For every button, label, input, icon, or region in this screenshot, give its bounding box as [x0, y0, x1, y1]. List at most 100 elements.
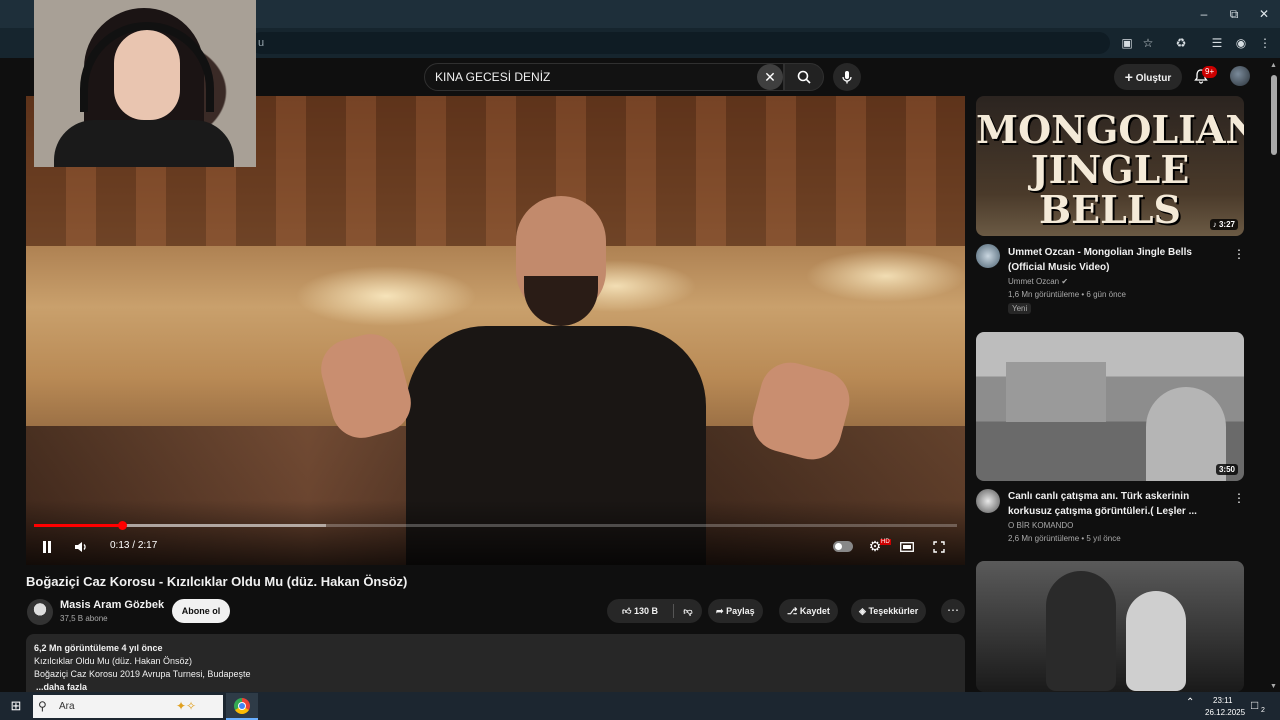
channel-name[interactable]: Masis Aram Gözbek	[60, 599, 164, 611]
scroll-down-icon[interactable]: ▼	[1270, 683, 1277, 690]
bookmark-icon: ⎇	[787, 606, 798, 616]
search-query: KINA GECESİ DENİZ	[435, 70, 551, 84]
time-separator: /	[132, 540, 136, 551]
like-button[interactable]: 👍︎ 130 B	[607, 599, 673, 623]
plus-icon: +	[1124, 69, 1133, 85]
channel-label: Ummet Ozcan	[1008, 277, 1060, 286]
recommendation-channel[interactable]: Ummet Ozcan ✔	[1008, 277, 1068, 286]
recommendation-thumbnail[interactable]: 3:50	[976, 332, 1244, 481]
controls-gradient	[26, 500, 965, 565]
verified-icon: ✔	[1061, 277, 1069, 286]
more-actions-icon[interactable]: ⋯	[941, 599, 965, 623]
conductor-beard	[524, 276, 598, 326]
thanks-button[interactable]: ◈ Teşekkürler	[851, 599, 927, 623]
address-bar[interactable]: u	[250, 32, 1110, 54]
dislike-button[interactable]: 👎︎	[675, 599, 701, 623]
progress-scrubber[interactable]	[118, 521, 127, 530]
share-button[interactable]: ➦ Paylaş	[708, 599, 763, 623]
create-button[interactable]: + Oluştur	[1114, 64, 1182, 90]
recommendation-title[interactable]: Canlı canlı çatışma anı. Türk askerinin …	[1008, 489, 1223, 519]
current-time: 0:13	[110, 540, 130, 551]
thumbs-down-icon: 👎︎	[683, 606, 693, 616]
duration-text: 3:27	[1218, 220, 1235, 229]
search-icon: ⚲	[38, 699, 47, 713]
scrollbar-thumb[interactable]	[1271, 75, 1277, 155]
close-icon[interactable]: ✕	[1254, 6, 1274, 22]
menu-kebab-icon[interactable]: ⋮	[1256, 34, 1274, 52]
subscriber-count: 37,5 B abone	[60, 614, 108, 623]
description-line: Kızılcıklar Oldu Mu (düz. Hakan Önsöz)	[34, 656, 193, 666]
create-label: Oluştur	[1135, 73, 1172, 84]
recommendation-meta: 2,6 Mn görüntüleme • 5 yıl önce	[1008, 534, 1121, 543]
cast-icon[interactable]: ▣	[1118, 34, 1136, 52]
music-note-icon: ♪	[1212, 220, 1217, 229]
clock-time[interactable]: 23:11	[1213, 696, 1232, 705]
like-dislike-group: 👍︎ 130 B 👎︎	[607, 599, 702, 623]
profile-icon[interactable]: ◉	[1232, 34, 1250, 52]
recommendation-thumbnail[interactable]	[976, 561, 1244, 692]
like-divider	[673, 604, 674, 618]
theater-mode-icon[interactable]	[897, 536, 917, 556]
recommendation-title[interactable]: Ummet Ozcan - Mongolian Jingle Bells (Of…	[1008, 245, 1223, 275]
chrome-taskbar-button[interactable]	[226, 693, 258, 720]
duration-badge: 3:50	[1215, 464, 1238, 475]
webcam-body	[54, 120, 234, 167]
minimize-icon[interactable]: –	[1194, 6, 1214, 22]
recommendation-meta: 1,6 Mn görüntüleme • 6 gün önce	[1008, 290, 1126, 299]
kebab-menu-icon[interactable]: ⋮	[1232, 246, 1246, 262]
time-display: 0:13 / 2:17	[110, 538, 157, 554]
thumbnail-person	[1046, 571, 1116, 691]
volume-icon[interactable]	[72, 536, 90, 556]
channel-avatar[interactable]	[976, 244, 1000, 268]
duration-badge: ♪ 3:27	[1209, 219, 1238, 230]
video-title: Boğaziçi Caz Korosu - Kızılcıklar Oldu M…	[26, 574, 408, 589]
chrome-icon	[234, 698, 250, 714]
address-text: u	[258, 37, 265, 49]
fullscreen-icon[interactable]	[929, 536, 949, 556]
recommendation-thumbnail[interactable]: MONGOLIAN JINGLE BELLS ♪ 3:27	[976, 96, 1244, 236]
clear-search-icon[interactable]: ✕	[757, 64, 783, 90]
notification-badge: 9+	[1202, 66, 1218, 78]
voice-search-button[interactable]	[833, 63, 861, 91]
thumbs-up-icon: 👍︎	[622, 606, 632, 616]
search-input[interactable]: KINA GECESİ DENİZ	[424, 63, 784, 91]
account-avatar[interactable]	[1230, 66, 1250, 86]
microphone-icon	[842, 70, 852, 84]
description-line: Boğaziçi Caz Korosu 2019 Avrupa Turnesi,…	[34, 669, 251, 679]
save-button[interactable]: ⎇ Kaydet	[779, 599, 838, 623]
subscribe-button[interactable]: Abone ol	[172, 599, 230, 623]
notification-center-icon[interactable]: □	[1251, 698, 1258, 712]
scroll-up-icon[interactable]: ▲	[1270, 62, 1277, 69]
kebab-menu-icon[interactable]: ⋮	[1232, 490, 1246, 506]
duration: 2:17	[137, 540, 158, 551]
description-box[interactable]: 6,2 Mn görüntüleme 4 yıl önce Kızılcıkla…	[26, 634, 965, 694]
clock-date[interactable]: 26.12.2025	[1205, 708, 1245, 717]
share-label: Paylaş	[726, 606, 755, 616]
pause-icon[interactable]	[38, 536, 56, 556]
search-icon	[797, 70, 811, 84]
channel-avatar[interactable]	[976, 489, 1000, 513]
share-arrow-icon: ➦	[716, 606, 724, 616]
thanks-label: Teşekkürler	[868, 606, 919, 616]
thumbnail-soldier	[1146, 387, 1226, 481]
thumbnail-person	[1126, 591, 1186, 691]
recommendation-channel[interactable]: O BİR KOMANDO	[1008, 521, 1073, 530]
extensions-icon[interactable]: ♻	[1172, 34, 1190, 52]
bookmark-star-icon[interactable]: ☆	[1139, 34, 1157, 52]
thumbnail-title-art: MONGOLIAN JINGLE BELLS	[976, 107, 1244, 232]
progress-played	[34, 524, 122, 527]
media-control-icon[interactable]: ☰	[1208, 34, 1226, 52]
save-label: Kaydet	[799, 606, 830, 616]
autoplay-toggle[interactable]	[833, 541, 853, 552]
restore-icon[interactable]: ⧉	[1224, 6, 1244, 22]
search-highlight-icon: ✦✧	[176, 699, 197, 713]
tray-chevron-icon[interactable]: ⌃	[1186, 697, 1194, 708]
windows-start-icon[interactable]: ⊞	[6, 696, 26, 716]
like-count: 130 B	[633, 606, 658, 616]
description-stats: 6,2 Mn görüntüleme 4 yıl önce	[34, 643, 163, 653]
super-thanks-icon: ◈	[859, 606, 866, 616]
channel-avatar[interactable]	[27, 599, 53, 625]
search-button[interactable]	[784, 63, 824, 91]
thumbnail-house	[1006, 362, 1106, 422]
hd-badge: HD	[880, 539, 891, 545]
